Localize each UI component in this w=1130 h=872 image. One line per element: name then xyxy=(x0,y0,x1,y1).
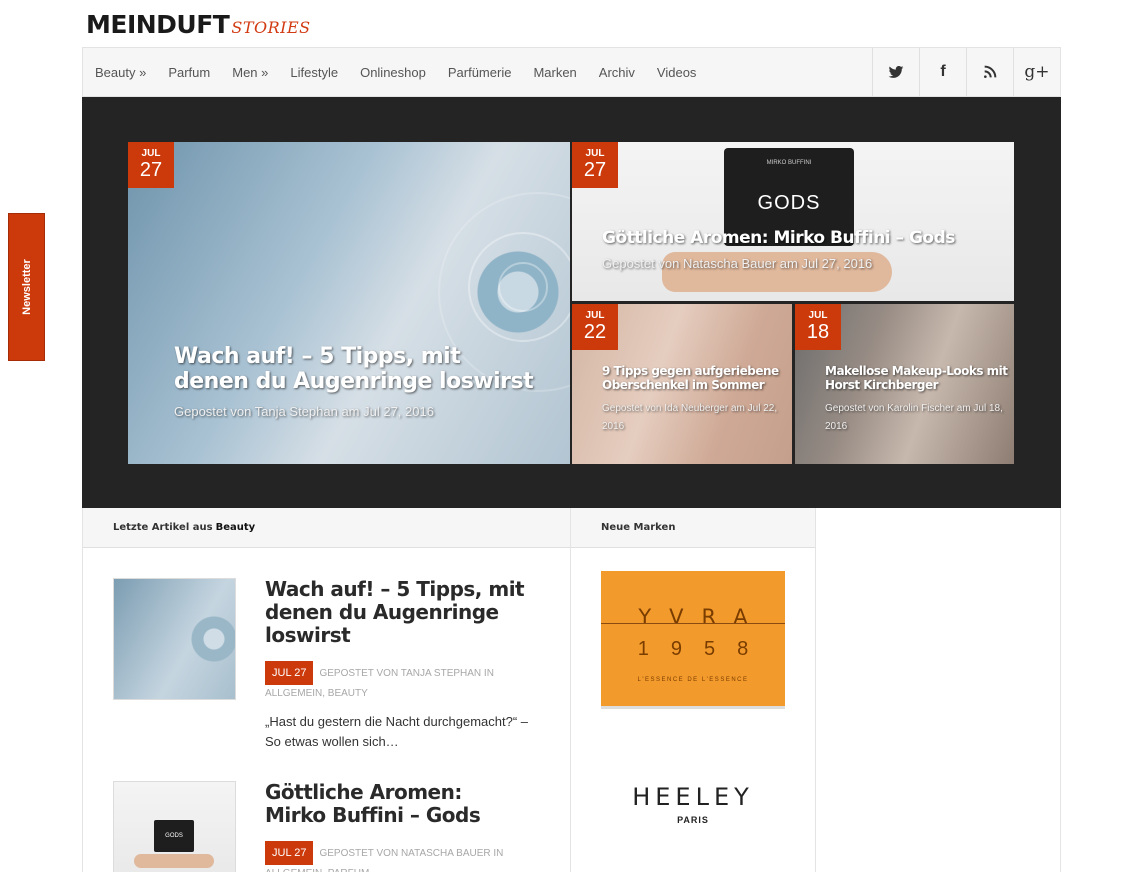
brand-heeley-name: HEELEY xyxy=(632,783,754,811)
article-meta: JUL 27GEPOSTET VON NATASCHA BAUER IN ALL… xyxy=(265,841,525,872)
sidebar-panel xyxy=(816,508,1061,872)
date-month: JUL xyxy=(585,148,605,159)
nav-item-archiv[interactable]: Archiv xyxy=(599,65,635,80)
featured-section: JUL 27 Wach auf! – 5 Tipps, mit denen du… xyxy=(82,97,1061,508)
brand-logo-yvra[interactable]: YVRA 1958 L'ESSENCE DE L'ESSENCE xyxy=(601,571,785,709)
nav-item-parfuemerie[interactable]: Parfümerie xyxy=(448,65,512,80)
perfume-box-image: GODS xyxy=(154,820,194,852)
featured-title[interactable]: Makellose Makeup-Looks mit Horst Kirchbe… xyxy=(825,364,1009,392)
logo-main-text: MEINDUFT xyxy=(86,10,230,39)
new-brands-section: Neue Marken YVRA 1958 L'ESSENCE DE L'ESS… xyxy=(571,508,816,872)
site-logo[interactable]: MEINDUFT STORIES xyxy=(86,10,311,39)
facebook-button[interactable]: f xyxy=(919,48,966,96)
date-badge: JUL 27 xyxy=(572,142,618,188)
article-title[interactable]: Wach auf! – 5 Tipps, mit denen du Augenr… xyxy=(265,578,525,647)
date-badge: JUL 18 xyxy=(795,304,841,350)
google-plus-button[interactable]: g+ xyxy=(1013,48,1060,96)
featured-title[interactable]: Göttliche Aromen: Mirko Buffini – Gods xyxy=(602,228,1002,248)
article-date: JUL 27 xyxy=(265,661,314,685)
facebook-icon: f xyxy=(940,63,946,80)
brand-logo-heeley[interactable]: HEELEY PARIS xyxy=(601,783,785,833)
social-links: f g+ xyxy=(872,48,1060,96)
nav-item-men[interactable]: Men » xyxy=(232,65,268,80)
perfume-box-name: GODS xyxy=(757,192,821,214)
newsletter-label: Newsletter xyxy=(20,259,33,315)
date-day: 18 xyxy=(806,321,830,343)
article-meta: JUL 27 GEPOSTET VON TANJA STEPHAN IN ALLG… xyxy=(265,661,525,702)
brand-yvra-name: YVRA xyxy=(638,605,766,629)
date-badge: JUL 27 xyxy=(128,142,174,188)
rss-icon xyxy=(984,65,997,78)
nav-item-videos[interactable]: Videos xyxy=(657,65,697,80)
date-day: 22 xyxy=(583,321,607,343)
featured-meta: Gepostet von Karolin Fischer am Jul 18, … xyxy=(825,403,1003,432)
brand-yvra-year: 1958 xyxy=(637,638,771,660)
google-plus-icon: g+ xyxy=(1024,62,1050,82)
featured-tile-main[interactable]: JUL 27 Wach auf! – 5 Tipps, mit denen du… xyxy=(128,142,570,464)
brand-yvra-tagline: L'ESSENCE DE L'ESSENCE xyxy=(637,677,749,683)
article-thumbnail[interactable] xyxy=(113,578,236,700)
twitter-icon xyxy=(888,66,904,78)
featured-title[interactable]: 9 Tipps gegen aufgeriebene Oberschenkel … xyxy=(602,364,788,392)
date-badge: JUL 22 xyxy=(572,304,618,350)
main-navigation: Beauty » Parfum Men » Lifestyle Onlinesh… xyxy=(82,47,1061,97)
heading-category-link[interactable]: Beauty xyxy=(216,522,256,533)
featured-grid: JUL 27 Wach auf! – 5 Tipps, mit denen du… xyxy=(128,142,1014,464)
article-thumbnail[interactable]: GODS xyxy=(113,781,236,872)
date-month: JUL xyxy=(808,310,828,321)
article-title[interactable]: Göttliche Aromen: Mirko Buffini – Gods xyxy=(265,781,525,827)
featured-tile-makeup[interactable]: JUL 18 Makellose Makeup-Looks mit Horst … xyxy=(795,304,1014,464)
date-day: 27 xyxy=(139,159,163,181)
latest-articles-section: Letzte Artikel aus Beauty Wach auf! – 5 … xyxy=(82,508,571,872)
newsletter-tab[interactable]: Newsletter xyxy=(8,213,45,361)
hand-image xyxy=(134,854,214,868)
perfume-box-brand: MIRKO BUFFINI xyxy=(766,160,812,166)
twitter-button[interactable] xyxy=(872,48,919,96)
latest-articles-heading: Letzte Artikel aus Beauty xyxy=(83,508,570,548)
featured-meta: Gepostet von Ida Neuberger am Jul 22, 20… xyxy=(602,403,778,432)
rss-button[interactable] xyxy=(966,48,1013,96)
article-excerpt: „Hast du gestern die Nacht durchgemacht?… xyxy=(265,714,529,749)
nav-item-parfum[interactable]: Parfum xyxy=(168,65,210,80)
featured-meta: Gepostet von Tanja Stephan am Jul 27, 20… xyxy=(174,404,434,419)
new-brands-heading: Neue Marken xyxy=(571,508,815,548)
nav-item-beauty[interactable]: Beauty » xyxy=(95,65,146,80)
featured-title[interactable]: Wach auf! – 5 Tipps, mit denen du Augenr… xyxy=(174,344,534,394)
logo-sub-text: STORIES xyxy=(231,18,311,37)
brand-divider xyxy=(601,623,785,624)
featured-meta: Gepostet von Natascha Bauer am Jul 27, 2… xyxy=(602,256,873,271)
nav-menu: Beauty » Parfum Men » Lifestyle Onlinesh… xyxy=(83,48,718,96)
date-day: 27 xyxy=(583,159,607,181)
nav-item-lifestyle[interactable]: Lifestyle xyxy=(290,65,338,80)
brand-heeley-city: PARIS xyxy=(677,815,709,825)
date-month: JUL xyxy=(585,310,605,321)
featured-tile-gods[interactable]: MIRKO BUFFINI GODS JUL 27 Göttliche Arom… xyxy=(572,142,1014,301)
date-month: JUL xyxy=(141,148,161,159)
nav-item-onlineshop[interactable]: Onlineshop xyxy=(360,65,426,80)
article-date: JUL 27 xyxy=(265,841,314,865)
nav-item-marken[interactable]: Marken xyxy=(533,65,576,80)
heading-prefix: Letzte Artikel aus xyxy=(113,522,213,533)
featured-tile-oberschenkel[interactable]: JUL 22 9 Tipps gegen aufgeriebene Obersc… xyxy=(572,304,792,464)
